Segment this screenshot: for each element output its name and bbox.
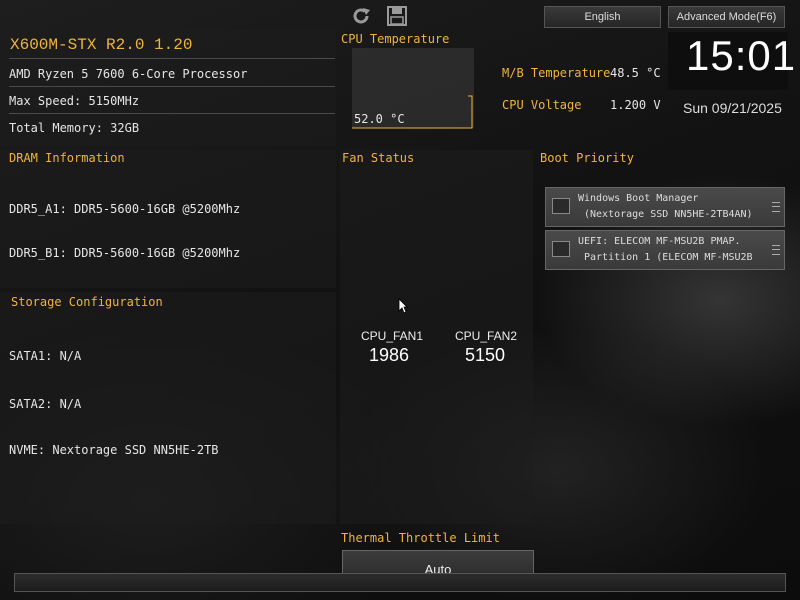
- clock-time: 15:01: [686, 32, 797, 79]
- storage-item-sata2: SATA2: N/A: [9, 397, 82, 411]
- refresh-icon[interactable]: [350, 5, 372, 27]
- boot-priority-title: Boot Priority: [540, 151, 634, 165]
- fan-name-cpu-fan1: CPU_FAN1: [361, 329, 424, 343]
- fan-status-title: Fan Status: [342, 151, 415, 165]
- fan-rpm-cpu-fan2: 5150: [465, 345, 506, 365]
- disk-icon: [552, 241, 570, 257]
- bottom-scroll-bar[interactable]: [14, 573, 786, 592]
- disk-icon: [552, 198, 570, 214]
- cpu-voltage-value: 1.200 V: [610, 98, 661, 112]
- fan-name-cpu-fan2: CPU_FAN2: [455, 329, 518, 343]
- clock-date: Sun 09/21/2025: [683, 100, 782, 116]
- boot-item-line2: (Nextorage SSD NN5HE-2TB4AN): [584, 209, 753, 220]
- mb-temperature-label: M/B Temperature: [502, 66, 611, 80]
- dram-slot-b1: DDR5_B1: DDR5-5600-16GB @5200Mhz: [9, 246, 241, 260]
- thermal-throttle-label: Thermal Throttle Limit: [341, 531, 500, 545]
- dram-slot-a1: DDR5_A1: DDR5-5600-16GB @5200Mhz: [9, 202, 241, 216]
- mb-temperature-value: 48.5 °C: [610, 66, 661, 80]
- boot-item-line2: Partition 1 (ELECOM MF-MSU2B: [584, 252, 753, 263]
- storage-title: Storage Configuration: [11, 295, 163, 309]
- drag-handle-icon[interactable]: [772, 202, 780, 212]
- board-title: X600M-STX R2.0 1.20: [10, 36, 193, 54]
- boot-item-windows[interactable]: Windows Boot Manager (Nextorage SSD NN5H…: [545, 187, 785, 227]
- dram-panel: [0, 150, 336, 288]
- cpu-voltage-label: CPU Voltage: [502, 98, 582, 112]
- storage-item-nvme: NVME: Nextorage SSD NN5HE-2TB: [9, 443, 219, 457]
- dram-title: DRAM Information: [9, 151, 125, 165]
- total-memory: Total Memory: 32GB: [9, 121, 140, 135]
- storage-item-sata1: SATA1: N/A: [9, 349, 82, 363]
- max-speed: Max Speed: 5150MHz: [9, 94, 140, 108]
- cpu-temperature-value: 52.0 °C: [354, 112, 405, 126]
- language-button[interactable]: English: [544, 6, 661, 28]
- boot-item-line1: Windows Boot Manager: [578, 193, 699, 204]
- boot-item-line1: UEFI: ELECOM MF-MSU2B PMAP.: [578, 236, 741, 247]
- cpu-temperature-label: CPU Temperature: [341, 32, 450, 46]
- drag-handle-icon[interactable]: [772, 245, 780, 255]
- cpu-name: AMD Ryzen 5 7600 6-Core Processor: [9, 67, 248, 81]
- fan-rpm-cpu-fan1: 1986: [369, 345, 410, 365]
- advanced-mode-button[interactable]: Advanced Mode(F6): [668, 6, 785, 28]
- mouse-cursor-icon: [398, 298, 408, 314]
- boot-item-uefi-elecom[interactable]: UEFI: ELECOM MF-MSU2B PMAP. Partition 1 …: [545, 230, 785, 270]
- save-icon[interactable]: [386, 5, 408, 27]
